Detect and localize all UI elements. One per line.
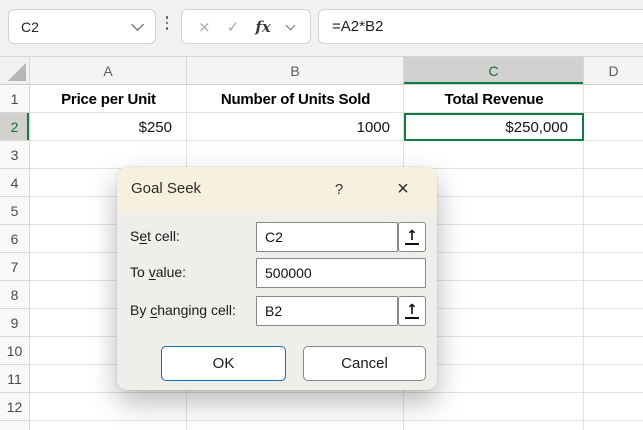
collapse-dialog-arrow-icon: ↑ bbox=[405, 304, 419, 319]
dialog-titlebar[interactable]: Goal Seek ? × bbox=[117, 167, 437, 211]
select-all-triangle-icon bbox=[8, 63, 26, 81]
formula-text[interactable]: =A2*B2 bbox=[319, 18, 383, 35]
cell-c1[interactable]: Total Revenue bbox=[404, 85, 584, 113]
select-all-button[interactable] bbox=[0, 57, 30, 84]
cell-a1[interactable]: Price per Unit bbox=[30, 85, 187, 113]
goal-seek-dialog: Goal Seek ? × Set cell: ↑ To value: By c… bbox=[117, 167, 437, 390]
row-headers: 1 2 3 4 5 6 7 8 9 10 11 12 bbox=[0, 85, 30, 430]
set-cell-label: Set cell: bbox=[130, 228, 180, 244]
cell-b1[interactable]: Number of Units Sold bbox=[187, 85, 404, 113]
help-button[interactable]: ? bbox=[325, 167, 353, 211]
by-changing-cell-range-picker-button[interactable]: ↑ bbox=[398, 296, 426, 326]
cancel-button[interactable]: Cancel bbox=[303, 346, 426, 381]
row-header-3[interactable]: 3 bbox=[0, 141, 29, 169]
ok-button[interactable]: OK bbox=[161, 346, 286, 381]
chevron-down-icon[interactable] bbox=[285, 20, 295, 30]
to-value-label: To value: bbox=[130, 264, 186, 280]
row-header-9[interactable]: 9 bbox=[0, 309, 29, 337]
row-header-6[interactable]: 6 bbox=[0, 225, 29, 253]
name-box-value[interactable]: C2 bbox=[9, 19, 133, 35]
to-value-input[interactable] bbox=[256, 258, 426, 288]
row-header-10[interactable]: 10 bbox=[0, 337, 29, 365]
column-header-b[interactable]: B bbox=[187, 57, 404, 84]
formula-bar-strip: C2 × ✓ fx =A2*B2 bbox=[0, 0, 643, 56]
column-header-c[interactable]: C bbox=[404, 57, 584, 84]
row-header-8[interactable]: 8 bbox=[0, 281, 29, 309]
row-header-5[interactable]: 5 bbox=[0, 197, 29, 225]
kebab-dots-icon bbox=[165, 16, 169, 30]
row-header-4[interactable]: 4 bbox=[0, 169, 29, 197]
insert-function-icon[interactable]: fx bbox=[255, 18, 270, 36]
enter-entry-icon[interactable]: ✓ bbox=[227, 18, 240, 36]
column-header-a[interactable]: A bbox=[30, 57, 187, 84]
cell-c2-selected[interactable]: $250,000 bbox=[404, 113, 584, 141]
set-cell-range-picker-button[interactable]: ↑ bbox=[398, 222, 426, 252]
dialog-title: Goal Seek bbox=[131, 180, 201, 197]
formula-bar[interactable]: =A2*B2 bbox=[318, 9, 643, 44]
row-header-1[interactable]: 1 bbox=[0, 85, 29, 113]
row-header-11[interactable]: 11 bbox=[0, 365, 29, 393]
name-box[interactable]: C2 bbox=[8, 9, 156, 44]
column-headers: A B C D bbox=[0, 56, 643, 85]
by-changing-cell-input[interactable] bbox=[256, 296, 398, 326]
cell-a2[interactable]: $250 bbox=[30, 113, 187, 141]
column-header-d[interactable]: D bbox=[584, 57, 643, 84]
formula-actions-group: × ✓ fx bbox=[181, 9, 311, 44]
close-icon[interactable]: × bbox=[388, 167, 418, 211]
collapse-dialog-arrow-icon: ↑ bbox=[405, 230, 419, 245]
row-header-2[interactable]: 2 bbox=[0, 113, 29, 141]
by-changing-cell-label: By changing cell: bbox=[130, 302, 236, 318]
chevron-down-icon[interactable] bbox=[131, 18, 144, 31]
row-header-7[interactable]: 7 bbox=[0, 253, 29, 281]
set-cell-input[interactable] bbox=[256, 222, 398, 252]
cell-b2[interactable]: 1000 bbox=[187, 113, 404, 141]
row-header-12[interactable]: 12 bbox=[0, 393, 29, 421]
cancel-entry-icon[interactable]: × bbox=[198, 18, 211, 36]
